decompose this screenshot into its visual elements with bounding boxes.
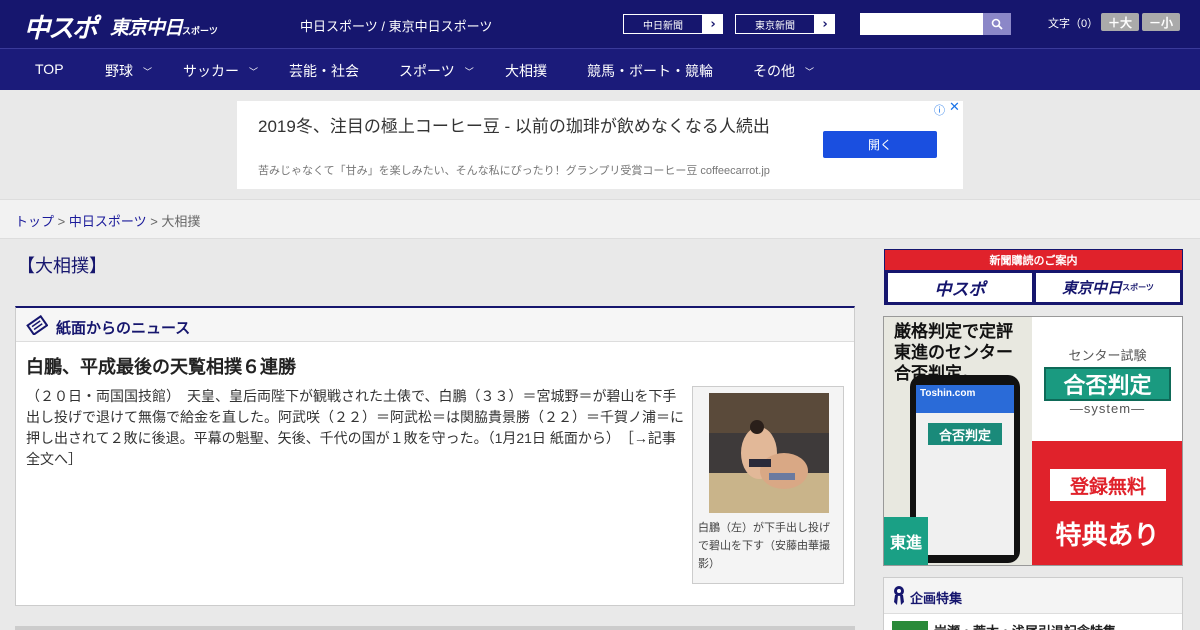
chunichi-shimbun-label: 中日新聞 [623,14,703,34]
phone-gohi-label: 合否判定 [928,423,1002,445]
banner-right-top: センター試験 合否判定 —system— [1032,317,1182,441]
banner-gohi-label: 合否判定 [1044,367,1171,401]
site-header: 中スポ 東京中日スポーツ 中日スポーツ / 東京中日スポーツ 中日新聞 › 東京… [0,0,1200,48]
article-title[interactable]: 白鵬、平成最後の天覧相撲６連勝 [26,353,296,379]
nav-item-sports[interactable]: スポーツ ﹀ [399,61,474,81]
chunichi-shimbun-link[interactable]: 中日新聞 › [622,13,724,35]
tokyo-shimbun-link[interactable]: 東京新聞 › [734,13,836,35]
nav-item-soccer[interactable]: サッカー ﹀ [183,61,258,81]
nav-item-label: 競馬・ボート・競輪 [587,63,713,79]
nav-item-label: 野球 [105,63,133,79]
banner-left-panel: 厳格判定で定評 東進のセンター 合否判定。 Toshin.com 合否判定 東進 [884,317,1032,565]
photo-caption: 白鵬（左）が下手出し投げで碧山を下す（安藤由華撮影） [698,522,830,570]
chevron-right-icon: › [822,16,828,32]
logo-tokyo-chunichi[interactable]: 東京中日スポーツ [110,13,218,40]
nav-item-label: 芸能・社会 [289,63,359,79]
chevron-down-icon: ﹀ [464,66,474,77]
feature-item-link[interactable]: 岩瀬・荒木・浅尾引退記念特集 [934,621,1116,630]
nav-item-baseball[interactable]: 野球 ﹀ [105,61,152,81]
breadcrumb-home[interactable]: トップ [15,214,54,229]
nav-item-entertainment[interactable]: 芸能・社会 [289,61,359,81]
chevron-down-icon: ﹀ [805,66,815,77]
article-body[interactable]: （２０日・両国国技館） 天皇、皇后両陛下が観戦された土俵で、白鵬（３３）＝宮城野… [26,386,686,470]
feature-box-header: 企画特集 [884,578,1182,614]
feature-box: 企画特集 岩瀬・荒木・浅尾引退記念特集 [883,577,1183,630]
breadcrumb-bar: トップ > 中日スポーツ > 大相撲 [0,199,1200,239]
main-nav: TOP 野球 ﹀ サッカー ﹀ 芸能・社会 スポーツ ﹀ 大相撲 競馬・ボート・競輪 … [0,48,1200,90]
feature-thumbnail[interactable] [892,621,928,630]
breadcrumb: トップ > 中日スポーツ > 大相撲 [15,211,200,230]
feature-title: 企画特集 [910,591,963,606]
ad-banner[interactable]: 2019冬、注目の極上コーヒー豆 - 以前の珈琲が飲めなくなる人続出 苦みじゃな… [237,100,963,189]
breadcrumb-current: 大相撲 [161,214,201,229]
logo-tokyo-suffix: スポーツ [182,27,218,37]
toshin-logo: 東進 [884,517,928,565]
section-divider [15,626,855,630]
phone-site-header: Toshin.com [916,385,1014,413]
ad-title[interactable]: 2019冬、注目の極上コーヒー豆 - 以前の珈琲が飲めなくなる人続出 [258,116,778,137]
banner-free-label: 登録無料 [1050,469,1166,501]
breadcrumb-separator: > [146,214,162,229]
phone-screen: Toshin.com 合否判定 [916,385,1014,555]
article-photo-box[interactable]: 白鵬（左）が下手出し投げで碧山を下す（安藤由華撮影） [692,386,844,584]
newspaper-icon [26,315,48,335]
logo-tokyo-text: 東京中日 [110,17,183,39]
nav-item-sumo[interactable]: 大相撲 [505,61,547,81]
news-section-title: 紙面からのニュース [56,320,191,337]
sumo-photo-image [709,393,829,513]
toshin-ad-banner[interactable]: 厳格判定で定評 東進のセンター 合否判定。 Toshin.com 合否判定 東進… [883,316,1183,566]
nav-item-top[interactable]: TOP [35,61,64,77]
nav-item-label: 大相撲 [505,63,547,79]
subscribe-tokyo-suffix: スポーツ [1122,283,1154,292]
nav-item-label: TOP [35,61,64,77]
chevron-down-icon: ﹀ [143,66,153,77]
breadcrumb-separator: > [54,214,69,229]
ad-info-icon[interactable]: ⓘ [934,102,945,118]
banner-center-label: センター試験 [1068,348,1147,363]
subscribe-chuspo-button[interactable]: 中スポ [888,273,1032,302]
ad-close-icon[interactable]: ✕ [949,100,960,115]
search-icon [991,18,1003,30]
logo-chuspo[interactable]: 中スポ [24,8,98,45]
ribbon-icon [894,586,904,605]
ad-open-button[interactable]: 開く [823,131,937,158]
nav-item-label: スポーツ [399,63,455,79]
banner-right-bottom: 登録無料 特典あり [1032,441,1182,565]
page-title: 【大相撲】 [17,256,107,276]
news-box: 紙面からのニュース 白鵬、平成最後の天覧相撲６連勝 （２０日・両国国技館） 天皇… [15,306,855,606]
chevron-down-icon: ﹀ [249,66,259,77]
breadcrumb-section[interactable]: 中日スポーツ [69,214,147,229]
nav-item-other[interactable]: その他 ﹀ [753,61,814,81]
subscription-title: 新聞購読のご案内 [885,250,1182,270]
font-size-label: 文字（0） [1048,18,1099,30]
tokyo-shimbun-label: 東京新聞 [735,14,815,34]
font-larger-button[interactable]: ＋大 [1101,13,1139,31]
nav-item-label: その他 [753,63,795,79]
banner-tokuten-label: 特典あり [1055,520,1160,550]
font-smaller-button[interactable]: －小 [1142,13,1180,31]
subscribe-tokyo-text: 東京中日 [1062,279,1123,297]
nav-item-label: サッカー [183,63,239,79]
news-box-header: 紙面からのニュース [16,308,854,342]
chevron-right-icon: › [710,16,716,32]
ad-description: 苦みじゃなくて「甘み」を楽しみたい、そんな私にぴったり！グランプリ受賞コーヒー豆… [258,165,770,177]
subscribe-tokyo-button[interactable]: 東京中日 スポーツ [1036,273,1180,302]
subscription-box: 新聞購読のご案内 中スポ 東京中日 スポーツ [884,249,1183,305]
search-button[interactable] [983,13,1011,35]
banner-system-label: —system— [1069,401,1146,416]
search-input[interactable] [860,13,984,35]
nav-item-racing[interactable]: 競馬・ボート・競輪 [587,61,713,81]
site-names: 中日スポーツ / 東京中日スポーツ [300,19,493,34]
article-photo[interactable] [709,393,829,513]
